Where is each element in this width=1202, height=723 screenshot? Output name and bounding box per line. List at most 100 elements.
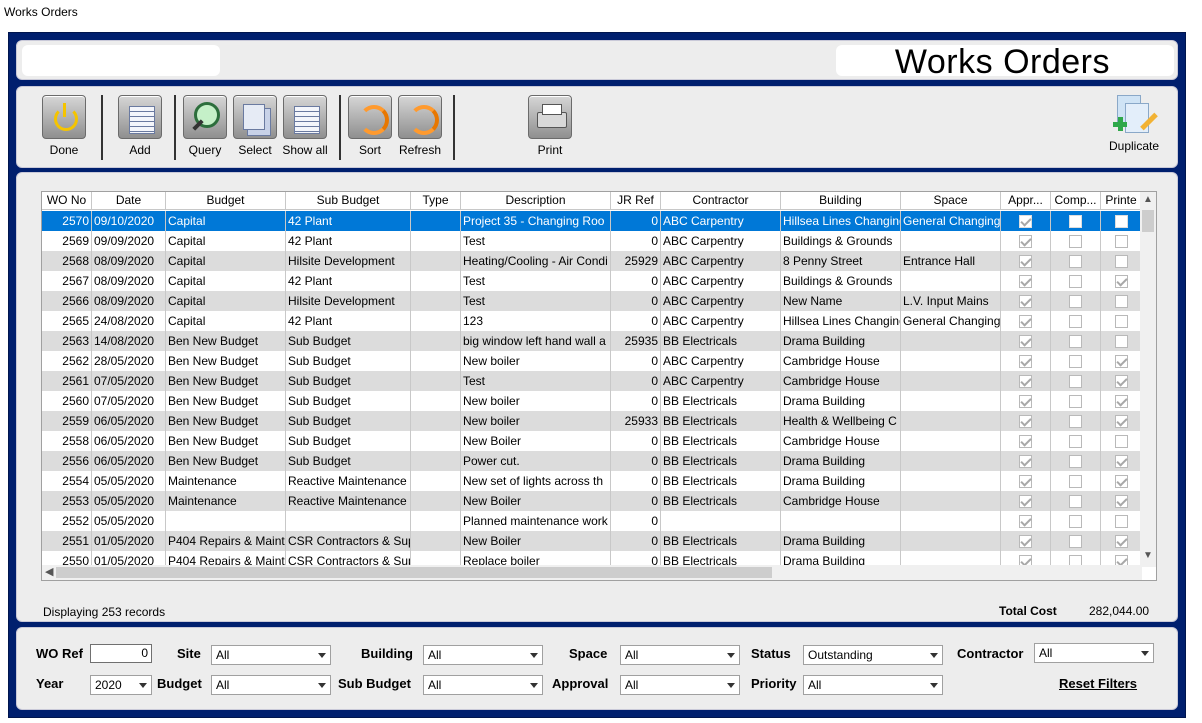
- vertical-scroll-thumb[interactable]: [1142, 210, 1154, 232]
- table-cell[interactable]: [1001, 431, 1051, 451]
- table-cell[interactable]: [1001, 391, 1051, 411]
- priority-select[interactable]: All: [803, 675, 943, 695]
- table-row[interactable]: 2568 08/09/2020 Capital Hilsite Development…: [42, 251, 1142, 271]
- query-button[interactable]: Query: [180, 95, 230, 157]
- year-select[interactable]: 2020: [90, 675, 152, 695]
- checkbox[interactable]: [1114, 314, 1128, 328]
- checkbox[interactable]: [1019, 314, 1032, 328]
- checkbox[interactable]: [1114, 454, 1128, 468]
- table-cell[interactable]: [1001, 371, 1051, 391]
- checkbox[interactable]: [1114, 214, 1128, 228]
- table-row[interactable]: 2552 05/05/2020 Planned maintenance work 0: [42, 511, 1142, 531]
- checkbox[interactable]: [1019, 394, 1032, 408]
- checkbox[interactable]: [1019, 494, 1032, 508]
- table-cell[interactable]: [1101, 331, 1142, 351]
- table-row[interactable]: 2551 01/05/2020 P404 Repairs & Maint CSR Co…: [42, 531, 1142, 551]
- space-select[interactable]: All: [620, 645, 740, 665]
- checkbox[interactable]: [1069, 434, 1082, 448]
- table-row[interactable]: 2558 06/05/2020 Ben New Budget Sub Budget Ne…: [42, 431, 1142, 451]
- table-cell[interactable]: [1001, 511, 1051, 531]
- checkbox[interactable]: [1019, 354, 1032, 368]
- works-orders-table[interactable]: WO No Date Budget Sub Budget Type Description…: [41, 191, 1157, 581]
- table-cell[interactable]: [1051, 351, 1101, 371]
- budget-select[interactable]: All: [211, 675, 331, 695]
- checkbox[interactable]: [1069, 534, 1082, 548]
- scroll-left-icon[interactable]: ◀: [45, 565, 53, 578]
- done-button[interactable]: Done: [39, 95, 89, 157]
- table-row[interactable]: 2560 07/05/2020 Ben New Budget Sub Budget Ne…: [42, 391, 1142, 411]
- checkbox[interactable]: [1114, 354, 1128, 368]
- table-cell[interactable]: [1051, 291, 1101, 311]
- checkbox[interactable]: [1114, 514, 1128, 528]
- column-header[interactable]: Comp...: [1051, 192, 1101, 210]
- checkbox[interactable]: [1114, 494, 1128, 508]
- contractor-select[interactable]: All: [1034, 643, 1154, 663]
- table-cell[interactable]: [1101, 211, 1142, 231]
- checkbox[interactable]: [1069, 274, 1082, 288]
- approval-select[interactable]: All: [620, 675, 740, 695]
- checkbox[interactable]: [1069, 374, 1082, 388]
- table-row[interactable]: 2565 24/08/2020 Capital 42 Plant 123 0 ABC Car…: [42, 311, 1142, 331]
- table-row[interactable]: 2561 07/05/2020 Ben New Budget Sub Budget Te…: [42, 371, 1142, 391]
- table-cell[interactable]: [1001, 311, 1051, 331]
- table-cell[interactable]: [1051, 491, 1101, 511]
- table-row[interactable]: 2554 05/05/2020 Maintenance Reactive Mainte…: [42, 471, 1142, 491]
- checkbox[interactable]: [1019, 334, 1032, 348]
- table-cell[interactable]: [1101, 291, 1142, 311]
- duplicate-button[interactable]: Duplicate: [1104, 93, 1164, 153]
- table-cell[interactable]: [1001, 331, 1051, 351]
- column-header[interactable]: WO No: [42, 192, 92, 210]
- checkbox[interactable]: [1069, 234, 1082, 248]
- checkbox[interactable]: [1019, 534, 1032, 548]
- column-header[interactable]: Printe: [1101, 192, 1142, 210]
- table-row[interactable]: 2553 05/05/2020 Maintenance Reactive Mainte…: [42, 491, 1142, 511]
- column-header[interactable]: Building: [781, 192, 901, 210]
- horizontal-scroll-thumb[interactable]: [56, 567, 772, 578]
- building-select[interactable]: All: [423, 645, 543, 665]
- refresh-button[interactable]: Refresh: [395, 95, 445, 157]
- table-cell[interactable]: [1051, 251, 1101, 271]
- checkbox[interactable]: [1019, 474, 1032, 488]
- table-cell[interactable]: [1001, 471, 1051, 491]
- checkbox[interactable]: [1114, 434, 1128, 448]
- table-cell[interactable]: [1051, 371, 1101, 391]
- table-cell[interactable]: [1051, 211, 1101, 231]
- table-cell[interactable]: [1051, 431, 1101, 451]
- table-cell[interactable]: [1101, 491, 1142, 511]
- table-cell[interactable]: [1051, 411, 1101, 431]
- show-all-button[interactable]: Show all: [280, 95, 330, 157]
- sub-budget-select[interactable]: All: [423, 675, 543, 695]
- checkbox[interactable]: [1114, 374, 1128, 388]
- table-cell[interactable]: [1001, 251, 1051, 271]
- site-select[interactable]: All: [211, 645, 331, 665]
- table-cell[interactable]: [1051, 451, 1101, 471]
- checkbox[interactable]: [1069, 314, 1082, 328]
- table-cell[interactable]: [1051, 271, 1101, 291]
- table-row[interactable]: 2567 08/09/2020 Capital 42 Plant Test 0 ABC Ca…: [42, 271, 1142, 291]
- select-button[interactable]: Select: [230, 95, 280, 157]
- reset-filters-link[interactable]: Reset Filters: [1059, 676, 1137, 691]
- table-cell[interactable]: [1101, 471, 1142, 491]
- column-header[interactable]: Sub Budget: [286, 192, 411, 210]
- table-cell[interactable]: [1101, 251, 1142, 271]
- table-cell[interactable]: [1051, 471, 1101, 491]
- table-cell[interactable]: [1101, 531, 1142, 551]
- checkbox[interactable]: [1069, 254, 1082, 268]
- table-cell[interactable]: [1101, 311, 1142, 331]
- sort-button[interactable]: Sort: [345, 95, 395, 157]
- checkbox[interactable]: [1019, 294, 1032, 308]
- wo-ref-input[interactable]: 0: [90, 644, 152, 663]
- add-button[interactable]: Add: [115, 95, 165, 157]
- scroll-up-icon[interactable]: ▲: [1143, 194, 1153, 205]
- checkbox[interactable]: [1069, 494, 1082, 508]
- checkbox[interactable]: [1019, 454, 1032, 468]
- table-cell[interactable]: [1001, 271, 1051, 291]
- column-header[interactable]: Contractor: [661, 192, 781, 210]
- checkbox[interactable]: [1019, 214, 1032, 228]
- table-cell[interactable]: [1001, 411, 1051, 431]
- column-header[interactable]: Date: [92, 192, 166, 210]
- checkbox[interactable]: [1069, 214, 1082, 228]
- table-cell[interactable]: [1101, 351, 1142, 371]
- checkbox[interactable]: [1114, 294, 1128, 308]
- checkbox[interactable]: [1069, 514, 1082, 528]
